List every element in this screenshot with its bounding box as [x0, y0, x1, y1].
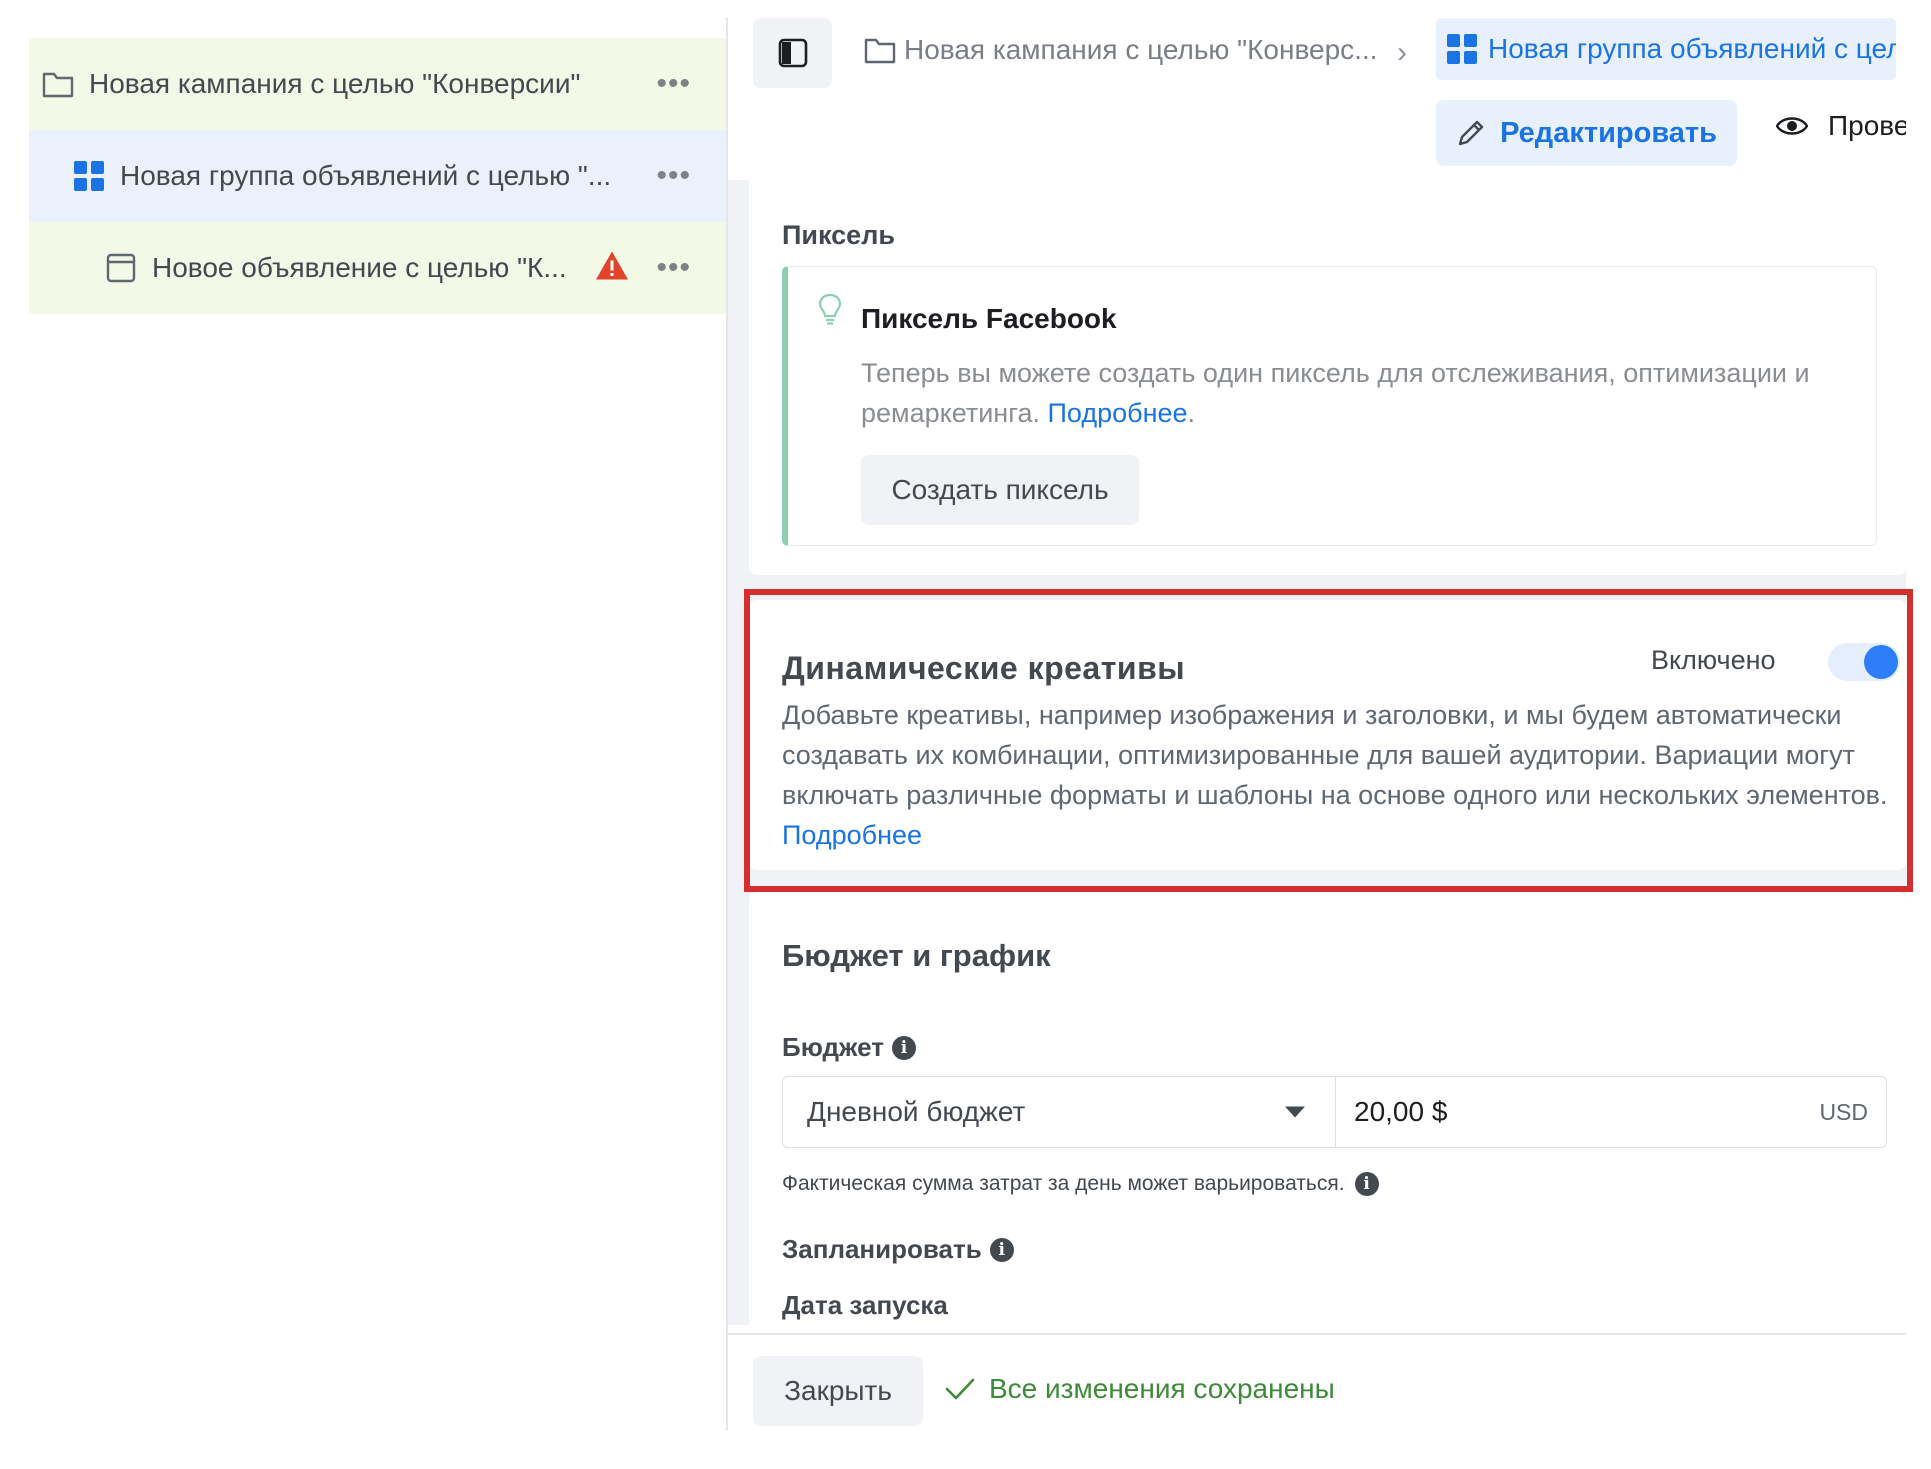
toggle-knob: [1864, 645, 1898, 679]
ad-icon: [104, 251, 138, 285]
section-title: Пиксель: [782, 220, 895, 250]
breadcrumb-label: Новая кампания с целью "Конверс...: [904, 34, 1378, 65]
budget-label: Бюджет i: [782, 1032, 916, 1063]
budget-schedule-section: Бюджет и график Бюджет i Дневной бюджет …: [749, 892, 1906, 1325]
save-status: Все изменения сохранены: [945, 1373, 1335, 1405]
breadcrumb-label: Новая группа объявлений с целью "Конверс…: [1488, 33, 1896, 64]
review-button-label: Проверить: [1828, 110, 1906, 141]
adset-settings-panel[interactable]: Пиксель Пиксель Facebook Теперь вы может…: [728, 180, 1906, 1325]
info-icon[interactable]: i: [892, 1035, 916, 1060]
learn-more-link[interactable]: Подробнее: [1048, 398, 1188, 428]
pixel-description-text: Теперь вы можете создать один пиксель дл…: [861, 358, 1810, 428]
breadcrumb-campaign[interactable]: Новая кампания с целью "Конверс...: [864, 34, 1378, 66]
info-icon[interactable]: i: [989, 1237, 1014, 1262]
pixel-description-period: .: [1187, 398, 1196, 428]
create-pixel-button[interactable]: Создать пиксель: [861, 455, 1139, 525]
checkmark-icon: [945, 1378, 975, 1400]
close-button[interactable]: Закрыть: [753, 1356, 923, 1426]
save-status-text: Все изменения сохранены: [989, 1373, 1335, 1404]
tree-item-ad[interactable]: Новое объявление с целью "К... •••: [29, 222, 727, 314]
more-options-icon[interactable]: •••: [656, 161, 691, 191]
grid-icon: [1447, 34, 1477, 64]
pencil-icon: [1458, 120, 1484, 146]
sidebar-toggle-button[interactable]: [753, 18, 832, 88]
warning-icon[interactable]: [595, 251, 629, 286]
dynamic-description-text: Добавьте креативы, например изображения …: [782, 700, 1888, 810]
folder-icon: [864, 38, 896, 64]
more-options-icon[interactable]: •••: [656, 69, 691, 99]
pixel-info-box: Пиксель Facebook Теперь вы можете создат…: [782, 266, 1877, 546]
panel-icon: [778, 38, 807, 68]
budget-type-value: Дневной бюджет: [807, 1096, 1026, 1127]
budget-note-text: Фактическая сумма затрат за день может в…: [782, 1172, 1345, 1195]
campaign-tree: Новая кампания с целью "Конверсии" ••• Н…: [29, 38, 727, 314]
tree-item-label: Новая группа объявлений с целью "...: [120, 160, 612, 191]
tree-item-label: Новое объявление с целью "К...: [152, 252, 567, 283]
tree-item-adset[interactable]: Новая группа объявлений с целью "... •••: [29, 130, 727, 222]
budget-label-text: Бюджет: [782, 1032, 884, 1062]
info-icon[interactable]: i: [1354, 1172, 1379, 1196]
budget-amount-value: 20,00 $: [1354, 1096, 1448, 1127]
breadcrumb-adset[interactable]: Новая группа объявлений с целью "Конверс…: [1436, 18, 1896, 80]
edit-button-label: Редактировать: [1500, 116, 1717, 149]
caret-down-icon: [1285, 1106, 1305, 1118]
dynamic-creative-section: Динамические креативы Включено Добавьте …: [749, 600, 1906, 870]
dynamic-creative-toggle[interactable]: [1828, 643, 1900, 681]
grid-icon: [72, 159, 106, 193]
schedule-label: Запланировать i: [782, 1234, 1014, 1265]
eye-icon: [1776, 117, 1808, 135]
budget-note: Фактическая сумма затрат за день может в…: [782, 1172, 1379, 1196]
learn-more-link[interactable]: Подробнее: [782, 820, 922, 850]
budget-field: Дневной бюджет 20,00 $ USD: [782, 1076, 1887, 1148]
toggle-label: Включено: [1651, 645, 1776, 675]
pixel-description: Теперь вы можете создать один пиксель дл…: [861, 353, 1861, 433]
budget-amount-input[interactable]: 20,00 $ USD: [1336, 1077, 1886, 1147]
edit-button[interactable]: Редактировать: [1436, 100, 1737, 166]
currency-label: USD: [1819, 1098, 1868, 1125]
section-title: Бюджет и график: [782, 938, 1051, 973]
folder-icon: [41, 67, 75, 101]
more-options-icon[interactable]: •••: [656, 253, 691, 283]
budget-type-dropdown[interactable]: Дневной бюджет: [783, 1077, 1336, 1147]
section-title: Динамические креативы: [782, 650, 1186, 686]
pixel-section: Пиксель Пиксель Facebook Теперь вы может…: [749, 180, 1906, 575]
schedule-label-text: Запланировать: [782, 1234, 982, 1264]
tree-item-campaign[interactable]: Новая кампания с целью "Конверсии" •••: [29, 38, 727, 130]
footer-divider: [728, 1333, 1906, 1335]
launch-date-label: Дата запуска: [782, 1290, 948, 1320]
tree-item-label: Новая кампания с целью "Конверсии": [89, 68, 581, 99]
lightbulb-icon: [818, 293, 842, 330]
breadcrumb-separator: ›: [1397, 36, 1407, 69]
pixel-title: Пиксель Facebook: [861, 303, 1117, 334]
dynamic-creative-description: Добавьте креативы, например изображения …: [782, 695, 1892, 855]
review-button[interactable]: Проверить: [1776, 110, 1906, 142]
